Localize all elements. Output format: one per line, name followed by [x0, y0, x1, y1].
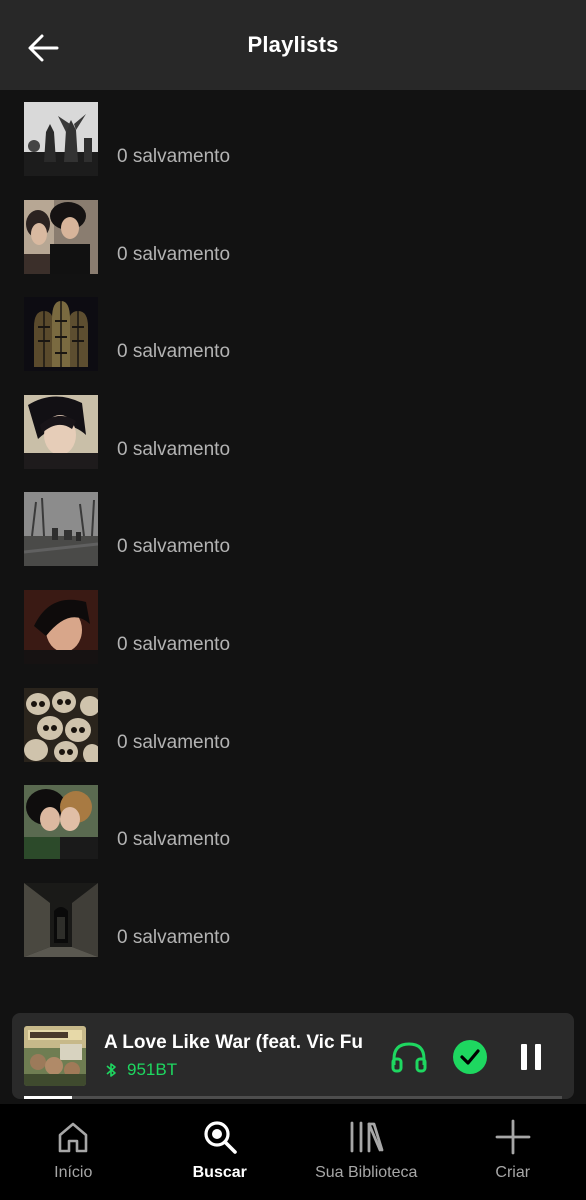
- playlist-saves: 0 salvamento: [117, 633, 231, 655]
- playlist-cover: [24, 102, 98, 176]
- bluetooth-icon: [106, 1063, 116, 1077]
- headphones-icon: [391, 1042, 427, 1073]
- playlist-row[interactable]: 0 salvamento: [0, 881, 586, 979]
- playlist-row[interactable]: 0 salvamento: [0, 295, 586, 393]
- search-icon: [204, 1121, 237, 1154]
- connect-device-button[interactable]: [387, 1035, 431, 1079]
- pause-button[interactable]: [509, 1035, 553, 1079]
- playlist-row[interactable]: 0 salvamento: [0, 100, 586, 198]
- playlist-cover: [24, 199, 98, 274]
- home-icon: [58, 1122, 88, 1153]
- nav-label-home: Início: [54, 1164, 93, 1181]
- playback-progress[interactable]: [24, 1096, 562, 1099]
- playlist-saves: 0 salvamento: [117, 536, 231, 558]
- playlist-saves: 0 salvamento: [117, 829, 231, 851]
- nav-label-create: Criar: [495, 1164, 531, 1181]
- page-title: Playlists: [247, 32, 339, 57]
- playlist-saves: 0 salvamento: [117, 341, 231, 363]
- playlist-row[interactable]: 0 salvamento: [0, 490, 586, 588]
- app-root: Playlists 0 salvamento 0 salvamento 0 sa…: [0, 0, 586, 1200]
- playlist-cover: [24, 394, 98, 469]
- playlist-cover: [24, 492, 98, 567]
- playlist-cover: [24, 785, 98, 860]
- playlist-list: 0 salvamento 0 salvamento 0 salvamento 0…: [0, 100, 586, 978]
- bottom-navigation: Início Buscar Sua Biblioteca Criar: [0, 1104, 586, 1200]
- nav-item-create[interactable]: Criar: [440, 1104, 586, 1200]
- playback-device[interactable]: 951BT: [104, 1060, 177, 1080]
- playlist-row[interactable]: 0 salvamento: [0, 783, 586, 881]
- nav-label-library: Sua Biblioteca: [315, 1164, 418, 1181]
- library-icon: [350, 1121, 384, 1153]
- top-bar: Playlists: [0, 0, 586, 90]
- back-button[interactable]: [22, 27, 64, 69]
- now-playing-cover: [24, 1026, 86, 1086]
- playlist-row[interactable]: 0 salvamento: [0, 686, 586, 784]
- nav-label-search: Buscar: [192, 1164, 247, 1181]
- playlist-cover: [24, 297, 98, 372]
- check-circle-icon: [453, 1040, 487, 1074]
- saved-to-library-button[interactable]: [448, 1035, 492, 1079]
- playlist-saves: 0 salvamento: [117, 731, 231, 753]
- nav-item-library[interactable]: Sua Biblioteca: [293, 1104, 440, 1200]
- playlist-row[interactable]: 0 salvamento: [0, 393, 586, 491]
- playback-progress-fill: [24, 1096, 73, 1099]
- pause-icon: [521, 1044, 541, 1070]
- playlist-cover: [24, 687, 98, 762]
- playlist-cover: [24, 589, 98, 664]
- device-name: 951BT: [127, 1060, 178, 1079]
- track-title: A Love Like War (feat. Vic Fue: [104, 1032, 362, 1053]
- mini-player[interactable]: A Love Like War (feat. Vic Fue 951BT: [12, 1013, 574, 1099]
- nav-item-search[interactable]: Buscar: [147, 1104, 294, 1200]
- playlist-row[interactable]: 0 salvamento: [0, 588, 586, 686]
- nav-item-home[interactable]: Início: [0, 1104, 147, 1200]
- playlist-saves: 0 salvamento: [117, 926, 231, 948]
- playlist-row[interactable]: 0 salvamento: [0, 198, 586, 296]
- playlist-saves: 0 salvamento: [117, 243, 231, 265]
- playlist-saves: 0 salvamento: [117, 146, 231, 167]
- playlist-saves: 0 salvamento: [117, 438, 231, 460]
- plus-icon: [495, 1119, 531, 1155]
- arrow-left-icon: [28, 34, 59, 62]
- playlist-cover: [24, 882, 98, 957]
